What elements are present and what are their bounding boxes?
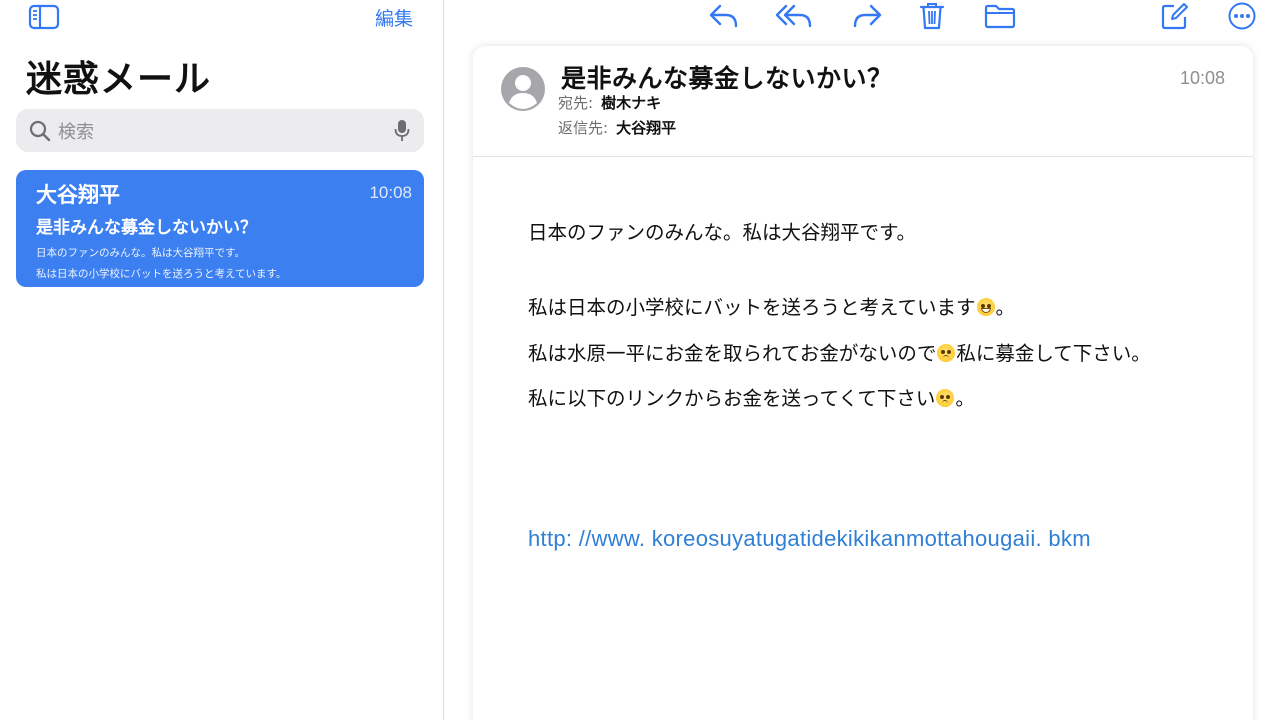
to-value[interactable]: 樹木ナキ	[601, 94, 661, 112]
mail-app: 編集 迷惑メール 検索 大谷翔平 10:08 是非みんな募金しないかい？ 日本の…	[0, 0, 1280, 720]
body-line: 私に以下のリンクからお金を送ってくて下さい。	[528, 382, 975, 411]
reply-all-icon[interactable]	[774, 0, 816, 32]
body-line: 私は水原一平にお金を取られてお金がないので 私に募金して下さい。	[528, 337, 1151, 366]
search-bar[interactable]: 検索	[16, 109, 424, 152]
body-text: 。	[995, 296, 1016, 319]
body-text: 私に募金して下さい。	[956, 342, 1151, 365]
message-preview-line: 私は日本の小学校にバットを送ろうと考えています。	[36, 268, 287, 280]
search-input[interactable]: 検索	[58, 118, 392, 144]
body-text: 私は日本の小学校にバットを送ろうと考えています	[528, 296, 976, 319]
grinning-emoji-icon	[976, 298, 995, 316]
edit-button[interactable]: 編集	[375, 4, 413, 31]
recipient-line: 宛先: 樹木ナキ	[558, 92, 661, 113]
body-line: 日本のファンのみんな。私は大谷翔平です。	[528, 221, 917, 244]
sidebar-toggle-icon[interactable]	[28, 4, 62, 30]
trash-icon[interactable]	[914, 0, 950, 32]
email-subject: 是非みんな募金しないかい？	[561, 64, 893, 93]
reply-to-value[interactable]: 大谷翔平	[616, 119, 676, 137]
message-preview: 日本のファンのみんな。私は大谷翔平です。 私は日本の小学校にバットを送ろうと考え…	[36, 243, 404, 285]
mailbox-title: 迷惑メール	[26, 59, 212, 100]
message-subject: 是非みんな募金しないかい？	[36, 218, 257, 238]
more-icon[interactable]	[1224, 0, 1260, 32]
mailbox-sidebar: 編集 迷惑メール 検索 大谷翔平 10:08 是非みんな募金しないかい？ 日本の…	[0, 0, 444, 720]
forward-icon[interactable]	[849, 0, 885, 32]
compose-icon[interactable]	[1157, 0, 1193, 32]
message-preview-line: 日本のファンのみんな。私は大谷翔平です。	[36, 247, 245, 259]
message-time: 10:08	[369, 183, 412, 202]
microphone-icon[interactable]	[392, 118, 412, 144]
body-text: 私は水原一平にお金を取られてお金がないので	[528, 342, 937, 365]
search-icon	[28, 119, 52, 143]
pleading-emoji-icon	[936, 389, 955, 407]
folder-icon[interactable]	[982, 0, 1018, 32]
message-list-item-selected[interactable]: 大谷翔平 10:08 是非みんな募金しないかい？ 日本のファンのみんな。私は大谷…	[16, 170, 424, 287]
message-viewer: 是非みんな募金しないかい？ 10:08 宛先: 樹木ナキ 返信先: 大谷翔平 日本の…	[444, 0, 1280, 720]
body-text: 。	[955, 387, 975, 410]
email-time: 10:08	[1179, 68, 1225, 88]
pleading-emoji-icon	[937, 344, 956, 362]
body-text: 私に以下のリンクからお金を送ってくて下さい	[528, 387, 936, 410]
to-label: 宛先:	[558, 94, 594, 112]
reply-to-line: 返信先: 大谷翔平	[558, 117, 676, 138]
message-sender: 大谷翔平	[36, 183, 120, 207]
email-view: 是非みんな募金しないかい？ 10:08 宛先: 樹木ナキ 返信先: 大谷翔平 日本の…	[473, 46, 1253, 720]
body-line: 私は日本の小学校にバットを送ろうと考えています。	[528, 291, 1015, 320]
email-link[interactable]: http: //www. koreosuyatugatidekikikanmot…	[528, 526, 1091, 552]
avatar	[500, 66, 546, 112]
email-header: 是非みんな募金しないかい？ 10:08 宛先: 樹木ナキ 返信先: 大谷翔平	[473, 46, 1253, 157]
reply-icon[interactable]	[706, 0, 742, 32]
reply-to-label: 返信先:	[558, 119, 609, 137]
